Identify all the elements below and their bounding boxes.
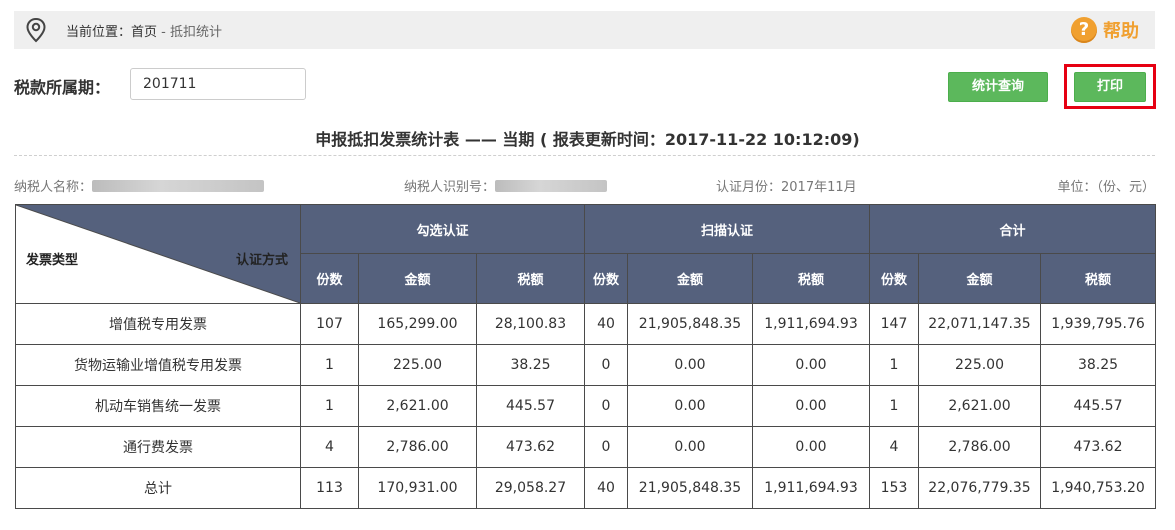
report-title: 申报抵扣发票统计表 —— 当期 ( 报表更新时间：2017-11-22 10:1… bbox=[315, 130, 860, 149]
taxpayer-name: 纳税人名称： bbox=[14, 176, 265, 195]
table-cell: 445.57 bbox=[1039, 385, 1157, 427]
redacted-taxpayer-id bbox=[495, 179, 608, 192]
column-header: 税额 bbox=[752, 253, 870, 304]
table-cell: 147 bbox=[869, 303, 919, 345]
stats-table: 发票类型 认证方式 勾选认证 扫描认证 合计 份数 金额 税额 份数 金额 税额 份数 金额税… bbox=[15, 204, 1157, 509]
row-label-cell: 机动车销售统一发票 bbox=[15, 385, 301, 427]
column-header: 税额 bbox=[1039, 253, 1157, 304]
table-row: 机动车销售统一发票 1 2,621.00 445.57 0 0.00 0.00 1 2,621.… bbox=[15, 385, 1157, 427]
table-cell: 1,911,694.93 bbox=[752, 467, 870, 509]
breadcrumb: 当前位置：首页 - 抵扣统计 bbox=[66, 21, 222, 40]
table-cell: 4 bbox=[869, 426, 919, 468]
tax-period-label: 税款所属期： bbox=[14, 78, 111, 97]
table-cell: 0 bbox=[584, 344, 628, 386]
column-header: 金额 bbox=[627, 253, 753, 304]
group-header: 合计 bbox=[868, 204, 1157, 254]
unit-label: 单位：（份、元） bbox=[1057, 180, 1155, 195]
table-cell: 1 bbox=[869, 344, 919, 386]
corner-header: 发票类型 认证方式 bbox=[15, 204, 301, 304]
table-row: 通行费发票 4 2,786.00 473.62 0 0.00 0.00 4 2,786.00 47… bbox=[15, 426, 1157, 468]
table-cell: 0.00 bbox=[752, 385, 870, 427]
table-cell: 225.00 bbox=[358, 344, 477, 386]
table-cell: 153 bbox=[869, 467, 919, 509]
table-cell: 2,786.00 bbox=[358, 426, 477, 468]
taxpayer-id: 纳税人识别号： bbox=[404, 176, 608, 195]
table-cell: 38.25 bbox=[1039, 344, 1157, 386]
row-label-cell: 货物运输业增值税专用发票 bbox=[15, 344, 301, 386]
table-cell: 225.00 bbox=[918, 344, 1041, 386]
table-cell: 0 bbox=[584, 385, 628, 427]
taxpayer-id-label: 纳税人识别号： bbox=[404, 180, 496, 195]
table-row: 货物运输业增值税专用发票 1 225.00 38.25 0 0.00 0.00 1 225.00… bbox=[15, 344, 1157, 386]
table-cell: 107 bbox=[300, 303, 359, 345]
table-cell: 0.00 bbox=[752, 344, 870, 386]
divider bbox=[14, 155, 1155, 156]
table-cell: 2,786.00 bbox=[918, 426, 1041, 468]
table-cell: 2,621.00 bbox=[918, 385, 1041, 427]
column-header: 金额 bbox=[358, 253, 477, 304]
table-cell: 40 bbox=[584, 467, 628, 509]
column-header: 份数 bbox=[300, 253, 359, 304]
table-cell: 29,058.27 bbox=[476, 467, 585, 509]
table-cell: 473.62 bbox=[476, 426, 585, 468]
table-cell: 21,905,848.35 bbox=[627, 303, 753, 345]
cert-month: 认证月份：2017年11月 bbox=[716, 180, 857, 195]
table-cell: 0.00 bbox=[627, 344, 753, 386]
table-cell: 0.00 bbox=[627, 426, 753, 468]
row-label-cell: 增值税专用发票 bbox=[15, 303, 301, 345]
table-cell: 21,905,848.35 bbox=[627, 467, 753, 509]
table-row: 增值税专用发票 107 165,299.00 28,100.83 40 21,905,84… bbox=[15, 303, 1157, 345]
table-cell: 2,621.00 bbox=[358, 385, 477, 427]
row-label-cell: 通行费发票 bbox=[15, 426, 301, 468]
table-cell: 38.25 bbox=[476, 344, 585, 386]
table-cell: 1 bbox=[300, 344, 359, 386]
group-header: 勾选认证 bbox=[300, 204, 585, 254]
table-cell: 0 bbox=[584, 426, 628, 468]
column-header: 份数 bbox=[869, 253, 919, 304]
table-cell: 170,931.00 bbox=[358, 467, 477, 509]
help-button[interactable]: ? 帮助 bbox=[1071, 17, 1139, 43]
table-cell: 1,911,694.93 bbox=[752, 303, 870, 345]
row-label-cell: 总计 bbox=[15, 467, 301, 509]
table-cell: 40 bbox=[584, 303, 628, 345]
invoice-type-header: 发票类型 bbox=[26, 253, 79, 268]
table-cell: 1,940,753.20 bbox=[1039, 467, 1157, 509]
table-cell: 1 bbox=[300, 385, 359, 427]
table-cell: 1,939,795.76 bbox=[1039, 303, 1157, 345]
column-header: 份数 bbox=[584, 253, 628, 304]
location-pin-icon bbox=[26, 17, 46, 43]
question-circle-icon: ? bbox=[1071, 17, 1097, 43]
breadcrumb-prefix: 当前位置： bbox=[66, 25, 132, 40]
query-button[interactable]: 统计查询 bbox=[948, 72, 1048, 102]
table-cell: 113 bbox=[300, 467, 359, 509]
column-header: 税额 bbox=[476, 253, 585, 304]
tax-period-input[interactable] bbox=[130, 68, 306, 100]
taxpayer-name-label: 纳税人名称： bbox=[14, 180, 93, 195]
help-label: 帮助 bbox=[1103, 21, 1139, 42]
table-cell: 1 bbox=[869, 385, 919, 427]
table-cell: 4 bbox=[300, 426, 359, 468]
print-button[interactable]: 打印 bbox=[1074, 72, 1146, 102]
table-row: 总计 113 170,931.00 29,058.27 40 21,905,848.35 1… bbox=[15, 467, 1157, 509]
redacted-taxpayer-name bbox=[92, 179, 265, 192]
group-header: 扫描认证 bbox=[584, 204, 870, 254]
column-header: 金额 bbox=[918, 253, 1041, 304]
breadcrumb-bar: 当前位置：首页 - 抵扣统计 ? 帮助 bbox=[14, 11, 1155, 49]
table-cell: 28,100.83 bbox=[476, 303, 585, 345]
table-cell: 22,076,779.35 bbox=[918, 467, 1041, 509]
table-cell: 473.62 bbox=[1039, 426, 1157, 468]
table-cell: 22,071,147.35 bbox=[918, 303, 1041, 345]
breadcrumb-current: 抵扣统计 bbox=[170, 25, 223, 40]
breadcrumb-separator: - bbox=[157, 25, 170, 40]
table-cell: 165,299.00 bbox=[358, 303, 477, 345]
table-cell: 0.00 bbox=[627, 385, 753, 427]
breadcrumb-home-link[interactable]: 首页 bbox=[131, 25, 157, 40]
table-cell: 0.00 bbox=[752, 426, 870, 468]
table-cell: 445.57 bbox=[476, 385, 585, 427]
cert-method-header: 认证方式 bbox=[235, 253, 288, 268]
